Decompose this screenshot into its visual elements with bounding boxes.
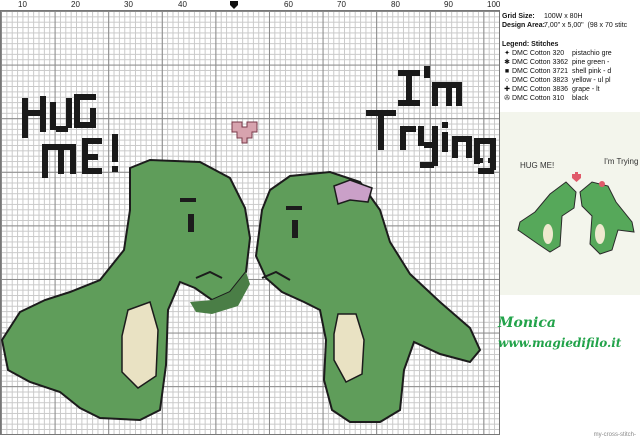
legend-code: DMC Cotton 3836 — [512, 86, 569, 93]
legend-item: ✇ DMC Cotton 310 black — [502, 94, 640, 103]
legend-color-name: black — [572, 95, 589, 102]
legend-symbol-icon: ○ — [504, 77, 510, 84]
legend-color-name: shell pink - d — [572, 68, 612, 75]
legend-item: ✦ DMC Cotton 320 pistachio gre — [502, 49, 640, 58]
ruler-tick-10: 10 — [18, 0, 27, 9]
hug-me-lettering — [22, 94, 118, 178]
im-trying-lettering — [366, 66, 496, 174]
legend-title: Legend: Stitches — [502, 41, 559, 48]
legend-code: DMC Cotton 3362 — [512, 59, 569, 66]
cross-stitch-pattern — [0, 66, 496, 423]
grid-size-label: Grid Size: — [502, 13, 535, 20]
legend-color-name: pistachio gre — [572, 50, 612, 57]
legend-color-name: yellow - ul pl — [572, 77, 611, 84]
ruler-tick-60: 60 — [284, 0, 293, 9]
legend-item: ■ DMC Cotton 3721 shell pink - d — [502, 67, 640, 76]
legend-code: DMC Cotton 3721 — [512, 68, 569, 75]
ruler-tick-100: 100 — [487, 0, 501, 9]
design-area-label: Design Area: — [502, 22, 545, 29]
legend-symbol-icon: ✇ — [504, 95, 510, 102]
pattern-info: Grid Size: 100W x 80H Design Area: 7,00" x… — [502, 12, 640, 103]
legend-color-name: grape - lt — [572, 86, 600, 93]
thumb-hug-me-text: HUG ME! — [520, 161, 554, 170]
preview-thumbnail: HUG ME! I'm Trying — [500, 112, 640, 295]
grid-size-value: 100W x 80H — [544, 13, 583, 20]
ruler-tick-70: 70 — [337, 0, 346, 9]
footer-watermark: my-cross-stitch- — [593, 432, 636, 438]
legend-symbol-icon: ✱ — [504, 59, 510, 66]
legend-item: ✱ DMC Cotton 3362 pine green - — [502, 58, 640, 67]
ruler-tick-30: 30 — [124, 0, 133, 9]
ruler-tick-40: 40 — [178, 0, 187, 9]
designer-name: Monica — [498, 315, 556, 331]
thumb-trying-text: I'm Trying — [604, 157, 638, 166]
legend-symbol-icon: ■ — [504, 68, 510, 75]
ruler-tick-90: 90 — [444, 0, 453, 9]
center-marker-icon — [230, 1, 238, 9]
legend-code: DMC Cotton 3823 — [512, 77, 569, 84]
website-link[interactable]: www.magiedifilo.it — [498, 336, 621, 350]
design-area-stitches: (98 x 70 stitc — [587, 22, 628, 29]
left-dinosaur — [0, 158, 252, 422]
ruler-tick-80: 80 — [391, 0, 400, 9]
legend-item: ○ DMC Cotton 3823 yellow - ul pl — [502, 76, 640, 85]
legend-color-name: pine green - — [572, 59, 610, 66]
heart-icon — [231, 121, 258, 144]
legend-symbol-icon: ✦ — [504, 50, 510, 57]
ruler-tick-20: 20 — [71, 0, 80, 9]
legend-code: DMC Cotton 320 — [512, 50, 565, 57]
right-dinosaur — [254, 170, 482, 423]
legend-code: DMC Cotton 310 — [512, 95, 565, 102]
legend-item: ✚ DMC Cotton 3836 grape - lt — [502, 85, 640, 94]
legend-symbol-icon: ✚ — [504, 86, 510, 93]
design-area-value: 7,00" x 5,00" — [544, 22, 584, 29]
